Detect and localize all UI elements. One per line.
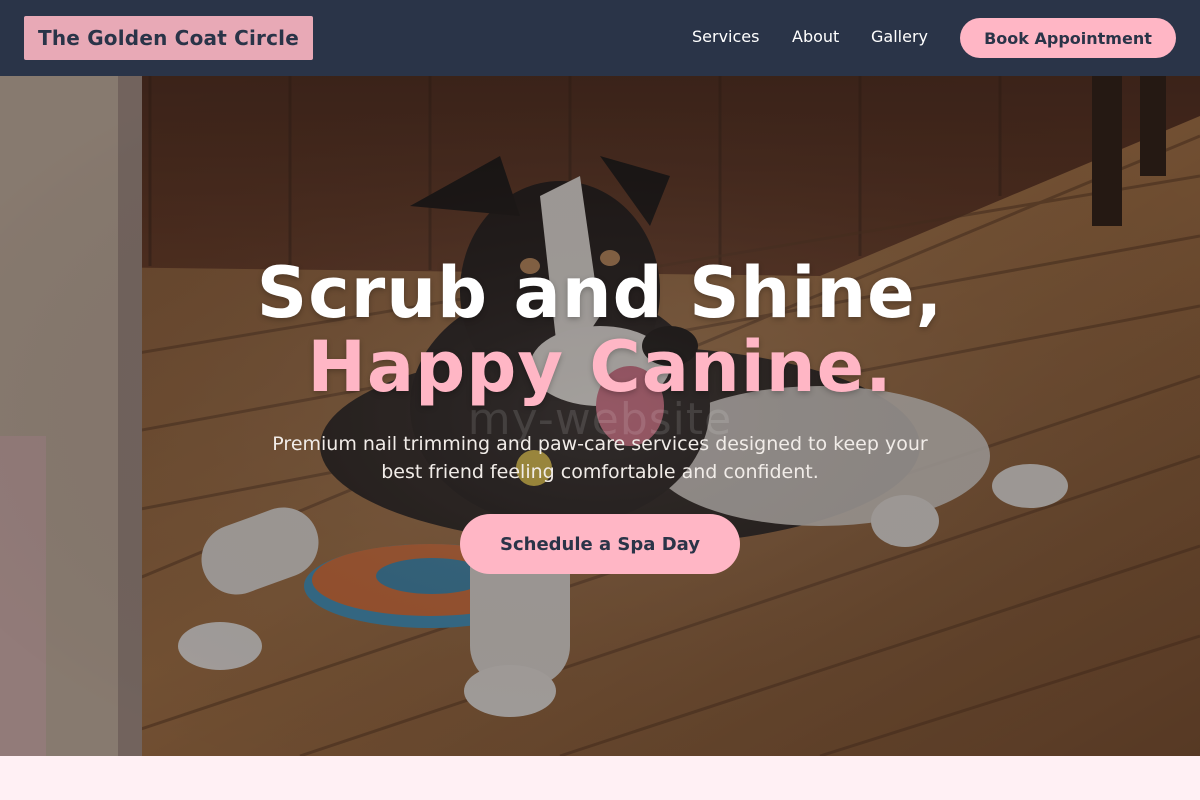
brand-logo[interactable]: The Golden Coat Circle bbox=[24, 16, 313, 60]
book-appointment-button[interactable]: Book Appointment bbox=[960, 18, 1176, 58]
nav-link-gallery[interactable]: Gallery bbox=[871, 26, 928, 48]
next-section-peek bbox=[0, 756, 1200, 800]
hero-subtitle: Premium nail trimming and paw-care servi… bbox=[272, 433, 928, 483]
hero-content: Scrub and Shine, Happy Canine. Premium n… bbox=[0, 256, 1200, 486]
hero-title-line-1: Scrub and Shine, bbox=[256, 252, 944, 334]
schedule-spa-day-button[interactable]: Schedule a Spa Day bbox=[460, 514, 740, 574]
hero-heading: Scrub and Shine, Happy Canine. bbox=[0, 256, 1200, 404]
hero-section: my-website Scrub and Shine, Happy Canine… bbox=[0, 76, 1200, 756]
hero-title-line-2: Happy Canine. bbox=[307, 326, 893, 408]
nav-link-about[interactable]: About bbox=[792, 26, 839, 48]
nav-link-services[interactable]: Services bbox=[692, 26, 759, 48]
top-navbar: The Golden Coat Circle Services About Ga… bbox=[0, 0, 1200, 76]
page: The Golden Coat Circle Services About Ga… bbox=[0, 0, 1200, 800]
